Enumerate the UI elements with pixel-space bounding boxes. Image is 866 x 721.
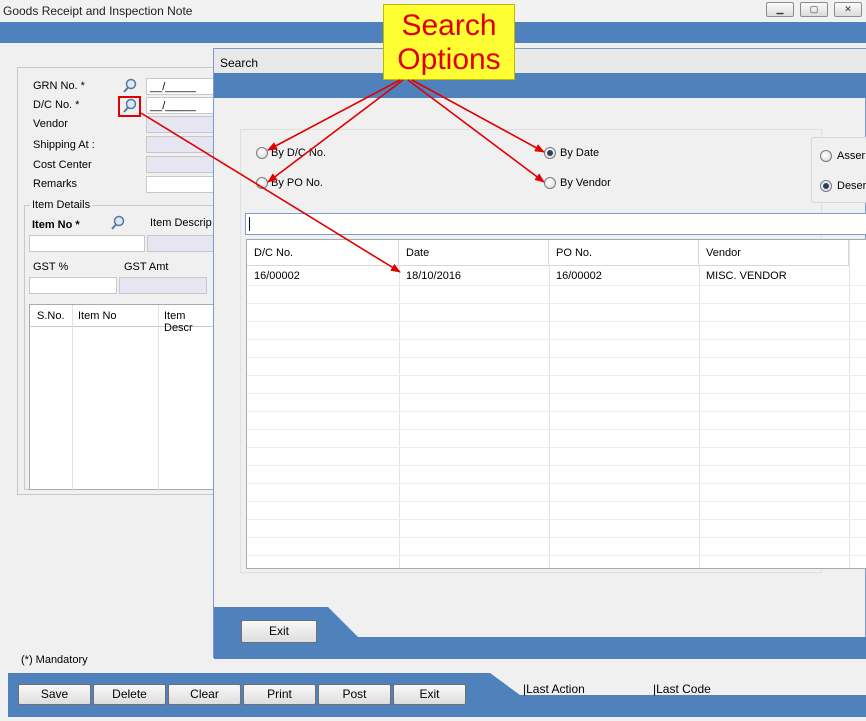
search-dialog-titlebar: Search (214, 49, 866, 73)
mandatory-note: (*) Mandatory (21, 654, 88, 666)
item-desc-field[interactable] (147, 235, 217, 252)
by-po-label[interactable]: By PO No. (271, 177, 323, 189)
row-divider (247, 447, 866, 448)
post-button[interactable]: Post (318, 684, 391, 705)
row-divider (247, 375, 866, 376)
sort-order-group (811, 137, 866, 203)
callout-line-1: Search (401, 9, 497, 42)
search-options-callout: Search Options (383, 4, 515, 80)
by-date-label[interactable]: By Date (560, 147, 599, 159)
grid-col-item-desc: Item Descr (164, 310, 193, 334)
descending-radio[interactable] (820, 180, 832, 192)
col-header-dc[interactable]: D/C No. (247, 240, 399, 266)
item-desc-label: Item Descrip (150, 217, 212, 229)
grid-col-sno: S.No. (37, 310, 65, 322)
window-title: Goods Receipt and Inspection Note (3, 4, 193, 18)
cell-dc-no: 16/00002 (254, 270, 300, 282)
remarks-field[interactable] (146, 176, 216, 193)
ascending-label[interactable]: Asser (837, 150, 865, 162)
save-button[interactable]: Save (18, 684, 91, 705)
search-input[interactable] (245, 213, 866, 235)
cell-po-no: 16/00002 (556, 270, 602, 282)
grid-col-item-no: Item No (78, 310, 117, 322)
by-po-radio[interactable] (256, 177, 268, 189)
search-dialog: Search By D/C No. By PO No. By Date By V… (213, 48, 866, 659)
delete-button[interactable]: Delete (93, 684, 166, 705)
clear-button[interactable]: Clear (168, 684, 241, 705)
grn-search-icon[interactable] (122, 78, 138, 94)
row-divider (247, 393, 866, 394)
exit-button[interactable]: Exit (393, 684, 466, 705)
callout-line-2: Options (397, 43, 501, 76)
row-divider (247, 411, 866, 412)
maximize-button[interactable]: ▢ (800, 2, 828, 17)
cell-date: 18/10/2016 (406, 270, 462, 282)
search-results-table[interactable]: D/C No. Date PO No. Vendor 16/00002 18/1… (246, 239, 866, 569)
row-divider (247, 339, 866, 340)
dc-search-highlight (118, 96, 141, 117)
cost-center-label: Cost Center (33, 159, 92, 171)
gst-amt-label: GST Amt (124, 261, 169, 273)
col-header-date[interactable]: Date (399, 240, 549, 266)
row-divider (247, 537, 866, 538)
row-divider (247, 285, 866, 286)
shipping-label: Shipping At : (33, 139, 95, 151)
row-divider (247, 483, 866, 484)
descending-label[interactable]: Deser (837, 180, 866, 192)
gst-pct-field[interactable] (29, 277, 117, 294)
search-dialog-band (214, 73, 866, 98)
grn-no-field[interactable]: __/_____ (146, 78, 216, 95)
item-details-label: Item Details (30, 199, 93, 211)
ascending-radio[interactable] (820, 150, 832, 162)
by-dc-label[interactable]: By D/C No. (271, 147, 326, 159)
vendor-field[interactable] (146, 116, 216, 133)
by-dc-radio[interactable] (256, 147, 268, 159)
col-header-vendor[interactable]: Vendor (699, 240, 849, 266)
remarks-label: Remarks (33, 178, 78, 190)
vendor-label: Vendor (33, 118, 68, 130)
close-button[interactable]: ✕ (834, 2, 862, 17)
dc-no-field[interactable]: __/_____ (146, 97, 216, 114)
item-no-field[interactable] (29, 235, 145, 252)
shipping-field[interactable] (146, 136, 216, 153)
item-no-label: Item No * (32, 219, 80, 231)
by-date-radio[interactable] (544, 147, 556, 159)
row-divider (247, 519, 866, 520)
grid-divider (72, 305, 73, 491)
table-row[interactable]: 16/00002 18/10/2016 16/00002 MISC. VENDO… (247, 267, 866, 285)
print-button[interactable]: Print (243, 684, 316, 705)
row-divider (247, 303, 866, 304)
dc-no-label: D/C No. * (33, 99, 80, 111)
grid-divider (158, 305, 159, 491)
row-divider (247, 555, 866, 556)
text-caret (249, 217, 250, 231)
row-divider (247, 357, 866, 358)
item-search-icon[interactable] (110, 215, 126, 231)
by-vendor-radio[interactable] (544, 177, 556, 189)
search-exit-button[interactable]: Exit (241, 620, 317, 643)
cell-vendor: MISC. VENDOR (706, 270, 787, 282)
gst-pct-label: GST % (33, 261, 69, 273)
search-dialog-title: Search (220, 56, 259, 70)
last-action-status: |Last Action (523, 682, 585, 696)
gst-amt-field[interactable] (119, 277, 207, 294)
row-divider (247, 465, 866, 466)
row-divider (247, 501, 866, 502)
by-vendor-label[interactable]: By Vendor (560, 177, 611, 189)
last-code-status: |Last Code (653, 682, 711, 696)
grn-no-label: GRN No. * (33, 80, 85, 92)
row-divider (247, 321, 866, 322)
cost-center-field[interactable] (146, 156, 216, 173)
col-header-po[interactable]: PO No. (549, 240, 699, 266)
row-divider (247, 429, 866, 430)
items-grid[interactable]: S.No. Item No Item Descr (29, 304, 218, 491)
minimize-button[interactable]: ▁ (766, 2, 794, 17)
